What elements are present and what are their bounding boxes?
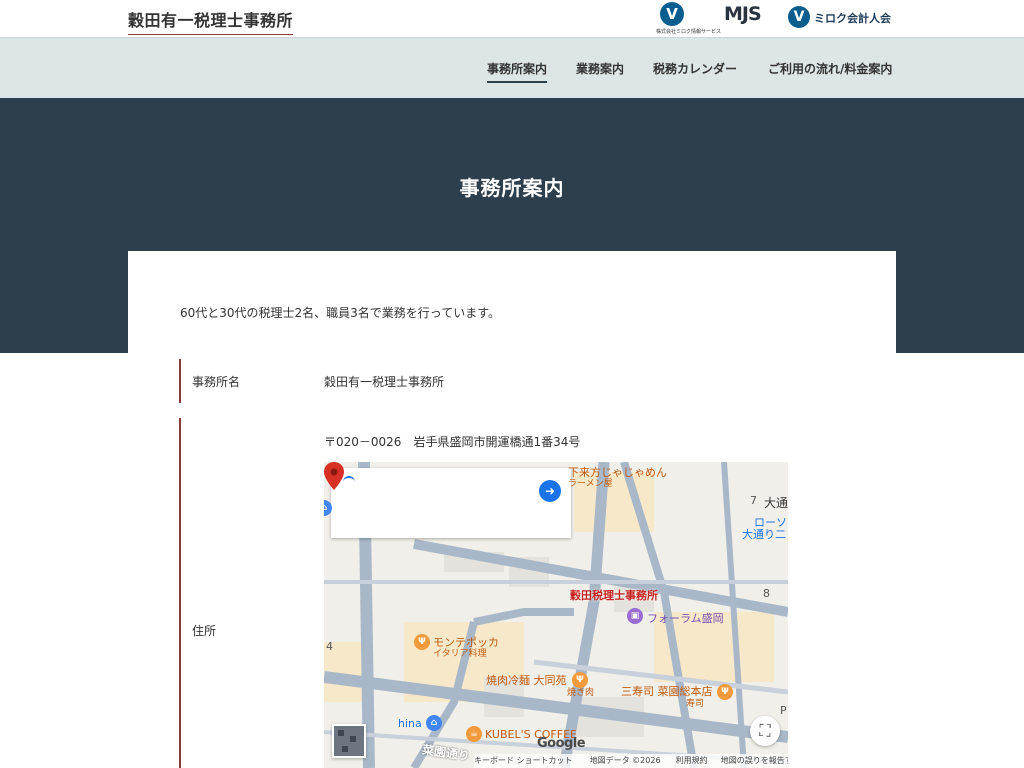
intro-text: 60代と30代の税理士2名、職員3名で業務を行っています。: [180, 306, 501, 320]
directions-icon[interactable]: ➜: [539, 480, 561, 502]
pin-label: 穀田税理士事務所: [570, 589, 658, 602]
mirokujoho-logo[interactable]: V 株式会社ミロク情報サービス: [656, 2, 732, 36]
store-icon[interactable]: ⌂: [426, 715, 442, 731]
mirokujoho-caption: 株式会社ミロク情報サービス: [656, 29, 722, 35]
satellite-toggle[interactable]: [332, 724, 366, 758]
keyboard-shortcuts-link[interactable]: キーボード ショートカット: [474, 756, 573, 765]
mjs-logo[interactable]: MJS: [724, 3, 762, 37]
map-data-text: 地図データ ©2026: [589, 756, 661, 765]
miroku-kaikeijin-text: ミロク会計人会: [814, 12, 891, 25]
place-montepokka-sub: イタリア料理: [433, 649, 487, 659]
restaurant-icon[interactable]: Ψ: [717, 684, 733, 700]
row-accent-bar: [179, 418, 181, 768]
miroku-v-icon: V: [660, 2, 684, 26]
office-name-value: 穀田有一税理士事務所: [324, 375, 445, 389]
google-logo: Google: [537, 736, 586, 751]
cafe-icon[interactable]: ☕: [466, 726, 482, 742]
place-forum[interactable]: フォーラム盛岡: [647, 610, 724, 626]
site-title[interactable]: 穀田有一税理士事務所: [128, 7, 294, 35]
page-title: 事務所案内: [459, 176, 565, 200]
place-lawson-sub: 大通り二: [742, 528, 786, 541]
restaurant-icon[interactable]: Ψ: [414, 634, 430, 650]
main-nav: 事務所案内 業務案内 税務カレンダー ご利用の流れ/料金案内: [0, 38, 1024, 98]
terms-link[interactable]: 利用規約: [676, 756, 708, 765]
site-header: 穀田有一税理士事務所 V 株式会社ミロク情報サービス MJS V ミロク会計人会: [0, 0, 1024, 38]
place-info-card[interactable]: ➜: [331, 468, 571, 538]
row-accent-bar: [179, 359, 181, 403]
place-odori: 大通: [764, 496, 788, 510]
office-name-label: 事務所名: [192, 375, 241, 389]
nav-item-tax-calendar[interactable]: 税務カレンダー: [653, 60, 737, 77]
nav-item-office-info[interactable]: 事務所案内: [487, 60, 548, 83]
google-map[interactable]: ➜ 穀田税理士事務所 下来方じゃじゃめん ラーメン屋 ▣ フォーラム盛岡 Ψ モ…: [324, 462, 788, 768]
place-ramen-sub: ラーメン屋: [568, 479, 613, 489]
report-error-link[interactable]: 地図の誤りを報告する: [721, 756, 788, 765]
place-reimen[interactable]: 焼肉冷麺 大同苑: [486, 672, 567, 688]
block-number-8: 8: [763, 587, 770, 600]
place-sanjushi-sub: 寿司: [686, 699, 705, 709]
block-number-4: 4: [326, 640, 333, 653]
location-pin-icon[interactable]: [324, 462, 344, 490]
nav-item-services[interactable]: 業務案内: [576, 60, 624, 77]
map-attribution: キーボード ショートカット 地図データ ©2026 利用規約 地図の誤りを報告す…: [474, 754, 788, 768]
address-value: 〒020－0026 岩手県盛岡市開運橋通1番34号: [324, 435, 581, 449]
restaurant-icon[interactable]: Ψ: [572, 672, 588, 688]
miroku-v-icon: V: [788, 6, 810, 28]
address-label: 住所: [192, 624, 217, 638]
loading-arc-icon: [343, 476, 355, 488]
place-hina[interactable]: hina: [398, 717, 422, 730]
shop-icon[interactable]: ▣: [627, 608, 643, 624]
fullscreen-icon[interactable]: ⛶: [750, 716, 780, 746]
nav-item-flow-pricing[interactable]: ご利用の流れ/料金案内: [768, 60, 892, 77]
block-letter-p: P: [780, 704, 787, 717]
block-number-7: 7: [750, 494, 757, 507]
